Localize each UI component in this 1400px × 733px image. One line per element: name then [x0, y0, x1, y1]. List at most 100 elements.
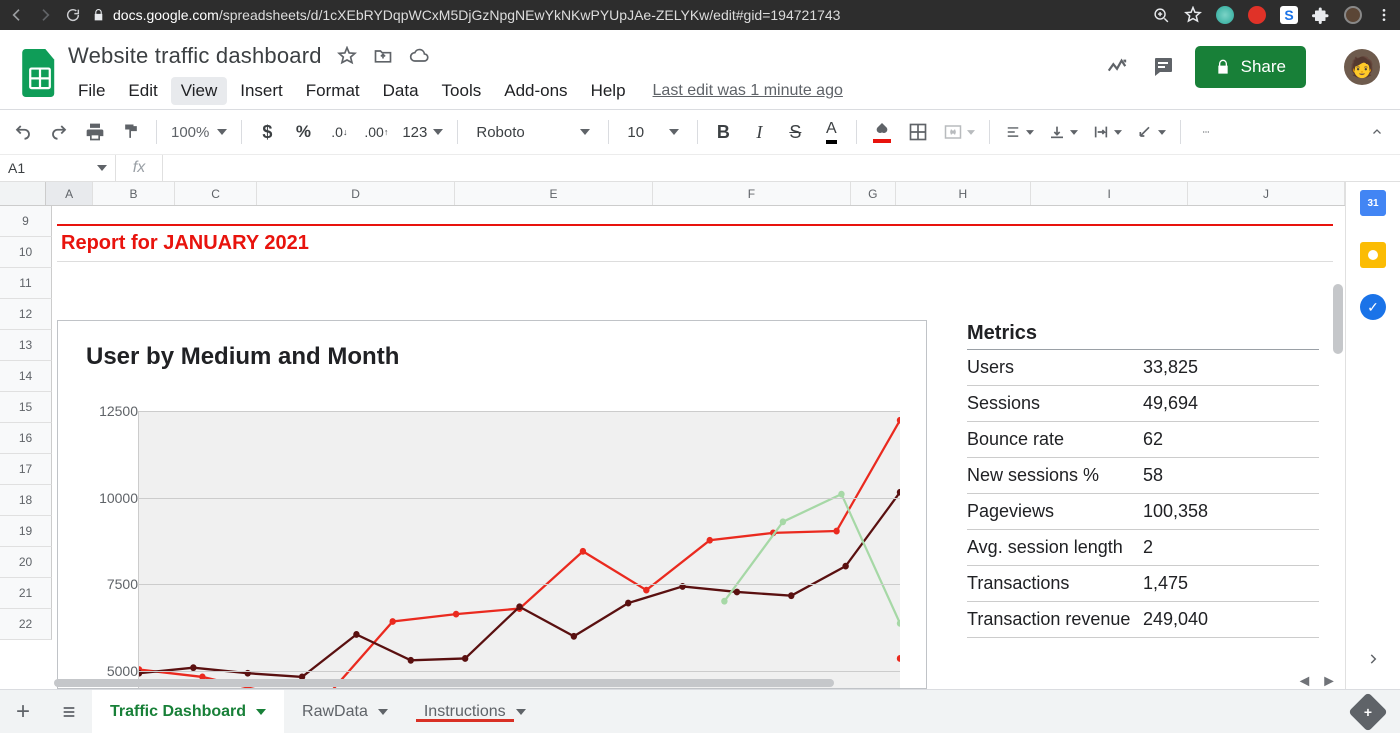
text-color-icon[interactable]: A	[816, 117, 846, 147]
menu-tools[interactable]: Tools	[432, 77, 492, 105]
increase-decimal-icon[interactable]: .00↑	[360, 117, 392, 147]
forward-icon[interactable]	[36, 6, 54, 24]
col-header[interactable]: J	[1188, 182, 1345, 205]
menu-insert[interactable]: Insert	[230, 77, 293, 105]
format-currency-icon[interactable]: $	[252, 117, 282, 147]
account-avatar[interactable]: 🧑	[1344, 49, 1380, 85]
sheet-tab[interactable]: RawData	[284, 690, 406, 733]
merge-icon[interactable]	[939, 117, 979, 147]
print-icon[interactable]	[80, 117, 110, 147]
menu-file[interactable]: File	[68, 77, 115, 105]
col-header[interactable]: A	[46, 182, 92, 205]
v-align-icon[interactable]	[1044, 117, 1082, 147]
row-header[interactable]: 10	[0, 237, 52, 268]
menu-add-ons[interactable]: Add-ons	[494, 77, 577, 105]
row-header[interactable]: 9	[0, 206, 52, 237]
horizontal-scrollbar[interactable]	[52, 677, 1225, 689]
number-format-select[interactable]: 123	[398, 117, 447, 147]
row-header[interactable]: 13	[0, 330, 52, 361]
rotate-icon[interactable]	[1132, 117, 1170, 147]
more-icon[interactable]	[1191, 117, 1221, 147]
row-header[interactable]: 14	[0, 361, 52, 392]
h-align-icon[interactable]	[1000, 117, 1038, 147]
borders-icon[interactable]	[903, 117, 933, 147]
row-header[interactable]: 16	[0, 423, 52, 454]
format-percent-icon[interactable]: %	[288, 117, 318, 147]
menu-view[interactable]: View	[171, 77, 228, 105]
last-edit[interactable]: Last edit was 1 minute ago	[653, 82, 843, 100]
calendar-icon[interactable]	[1360, 190, 1386, 216]
name-box[interactable]: A1	[0, 155, 116, 181]
address-bar[interactable]: docs.google.com/spreadsheets/d/1cXEbRYDq…	[92, 7, 1143, 23]
extension-icon[interactable]: S	[1280, 6, 1298, 24]
menu-help[interactable]: Help	[581, 77, 636, 105]
scroll-arrows[interactable]: ◄ ►	[1296, 675, 1337, 689]
sheet-canvas[interactable]: Report for JANUARY 2021 User by Medium a…	[52, 206, 1345, 689]
collapse-toolbar-icon[interactable]	[1362, 117, 1392, 147]
wrap-icon[interactable]	[1088, 117, 1126, 147]
select-all-corner[interactable]	[0, 182, 46, 205]
doc-title[interactable]: Website traffic dashboard	[68, 43, 322, 69]
col-header[interactable]: H	[896, 182, 1032, 205]
decrease-decimal-icon[interactable]: .0↓	[324, 117, 354, 147]
back-icon[interactable]	[8, 6, 26, 24]
row-header[interactable]: 11	[0, 268, 52, 299]
zoom-icon[interactable]	[1153, 7, 1170, 24]
sheet-tab[interactable]: Traffic Dashboard	[92, 690, 284, 733]
row-header[interactable]: 19	[0, 516, 52, 547]
fill-color-icon[interactable]	[867, 117, 897, 147]
zoom-select[interactable]: 100%	[167, 117, 231, 147]
keep-icon[interactable]	[1360, 242, 1386, 268]
font-select[interactable]: Roboto	[468, 117, 598, 147]
row-header[interactable]: 22	[0, 609, 52, 640]
row-header[interactable]: 15	[0, 392, 52, 423]
row-header[interactable]: 21	[0, 578, 52, 609]
redo-icon[interactable]	[44, 117, 74, 147]
col-header[interactable]: E	[455, 182, 653, 205]
chart[interactable]: User by Medium and Month 125001000075005…	[57, 320, 927, 689]
col-header[interactable]: C	[175, 182, 257, 205]
profile-avatar[interactable]	[1344, 6, 1362, 24]
add-sheet-button[interactable]: +	[0, 690, 46, 733]
comments-icon[interactable]	[1149, 53, 1177, 81]
kebab-icon[interactable]	[1376, 7, 1392, 23]
tasks-icon[interactable]: ✓	[1360, 294, 1386, 320]
move-icon[interactable]	[372, 45, 394, 67]
row-header[interactable]: 18	[0, 485, 52, 516]
sheets-logo[interactable]	[18, 44, 62, 102]
col-header[interactable]: D	[257, 182, 455, 205]
reload-icon[interactable]	[64, 6, 82, 24]
cloud-icon[interactable]	[408, 45, 430, 67]
formula-bar: A1 fx	[0, 154, 1400, 182]
sheet-tab[interactable]: Instructions	[406, 690, 544, 733]
star-icon[interactable]	[1184, 6, 1202, 24]
vertical-scrollbar[interactable]	[1331, 230, 1345, 689]
explore-button[interactable]	[1348, 692, 1388, 732]
italic-icon[interactable]: I	[744, 117, 774, 147]
extension-icon[interactable]	[1216, 6, 1234, 24]
undo-icon[interactable]	[8, 117, 38, 147]
menu-format[interactable]: Format	[296, 77, 370, 105]
share-button[interactable]: Share	[1195, 46, 1306, 88]
row-header[interactable]: 17	[0, 454, 52, 485]
activity-icon[interactable]	[1103, 53, 1131, 81]
menu-edit[interactable]: Edit	[118, 77, 167, 105]
show-side-panel-icon[interactable]	[1366, 649, 1380, 669]
strike-icon[interactable]: S	[780, 117, 810, 147]
formula-input[interactable]	[162, 155, 1400, 181]
star-outline-icon[interactable]	[336, 45, 358, 67]
font-size-select[interactable]: 10	[619, 117, 687, 147]
extensions-icon[interactable]	[1312, 6, 1330, 24]
row-header[interactable]: 20	[0, 547, 52, 578]
menu-data[interactable]: Data	[373, 77, 429, 105]
col-header[interactable]: B	[93, 182, 175, 205]
paint-format-icon[interactable]	[116, 117, 146, 147]
extension-icon[interactable]	[1248, 6, 1266, 24]
col-header[interactable]: G	[851, 182, 896, 205]
grid[interactable]: ABCDEFGHIJ 910111213141516171819202122 R…	[0, 182, 1345, 689]
bold-icon[interactable]: B	[708, 117, 738, 147]
row-header[interactable]: 12	[0, 299, 52, 330]
all-sheets-button[interactable]	[46, 690, 92, 733]
col-header[interactable]: F	[653, 182, 851, 205]
col-header[interactable]: I	[1031, 182, 1188, 205]
